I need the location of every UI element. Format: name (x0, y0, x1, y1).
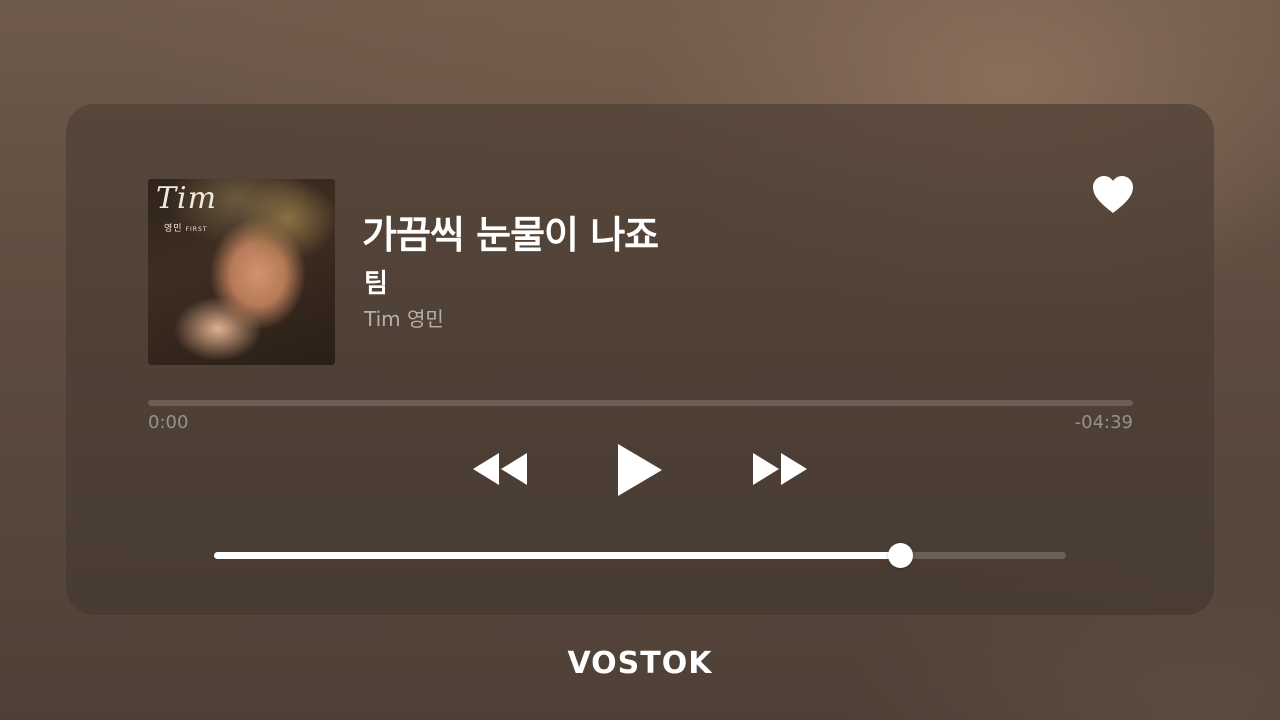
album-cover: Tim 영민 FIRST (148, 179, 335, 365)
cover-logo-text: Tim (156, 181, 218, 216)
brand-logo: VOSTOK (567, 646, 713, 681)
fast-forward-icon (753, 453, 807, 485)
heart-icon[interactable] (1090, 172, 1136, 218)
play-icon (618, 444, 662, 496)
cover-edition: FIRST (185, 226, 208, 233)
volume-slider[interactable] (214, 543, 1066, 568)
volume-slider-fill (214, 552, 900, 559)
time-elapsed: 0:00 (148, 412, 189, 433)
track-album: Tim 영민 (364, 307, 444, 331)
rewind-icon (473, 453, 527, 485)
cover-subtitle: 영민 FIRST (164, 221, 207, 234)
playback-progress-bar[interactable] (148, 400, 1133, 406)
track-title: 가끔씩 눈물이 나죠 (362, 213, 659, 257)
rewind-button[interactable] (472, 451, 530, 487)
track-artist: 팀 (364, 269, 388, 299)
time-remaining: -04:39 (1074, 412, 1133, 433)
play-button[interactable] (612, 442, 666, 498)
volume-slider-thumb[interactable] (887, 543, 913, 568)
fast-forward-button[interactable] (750, 451, 808, 487)
cover-subtitle-name: 영민 (164, 224, 183, 234)
